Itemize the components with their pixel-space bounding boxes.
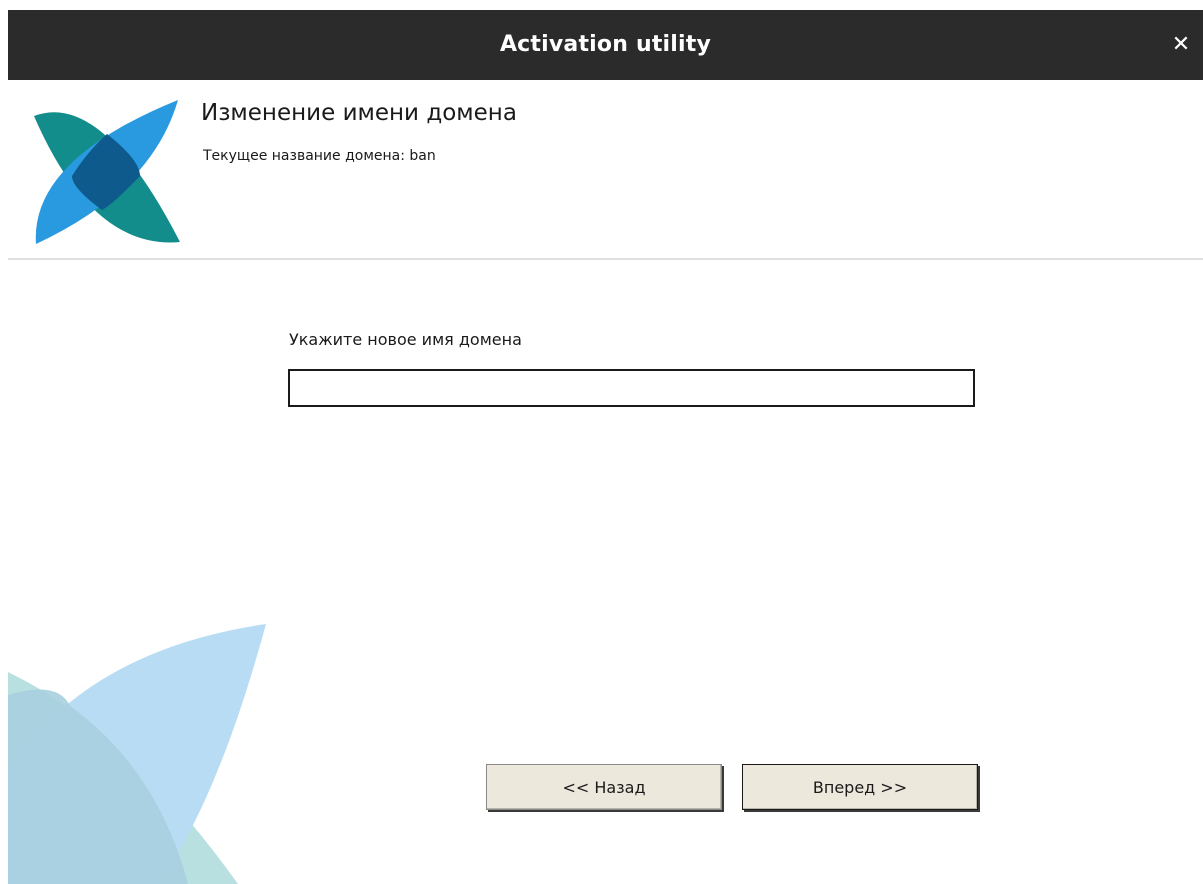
next-button[interactable]: Вперед >>	[742, 764, 978, 810]
activation-window: Activation utility ✕ Изменение имени дом…	[0, 0, 1203, 884]
app-logo-icon	[34, 100, 180, 244]
background-logo-icon	[8, 624, 266, 884]
title-bar: Activation utility ✕	[8, 10, 1203, 80]
back-button[interactable]: << Назад	[486, 764, 722, 810]
current-domain-label: Текущее название домена: ban	[203, 148, 436, 164]
window-title: Activation utility	[499, 32, 712, 57]
new-domain-input[interactable]	[288, 369, 975, 407]
header-divider	[8, 258, 1203, 260]
step-title: Изменение имени домена	[201, 100, 517, 126]
wizard-header: Изменение имени домена Текущее название …	[8, 80, 1203, 258]
close-icon[interactable]: ✕	[1161, 10, 1201, 80]
new-domain-label: Укажите новое имя домена	[289, 330, 522, 349]
